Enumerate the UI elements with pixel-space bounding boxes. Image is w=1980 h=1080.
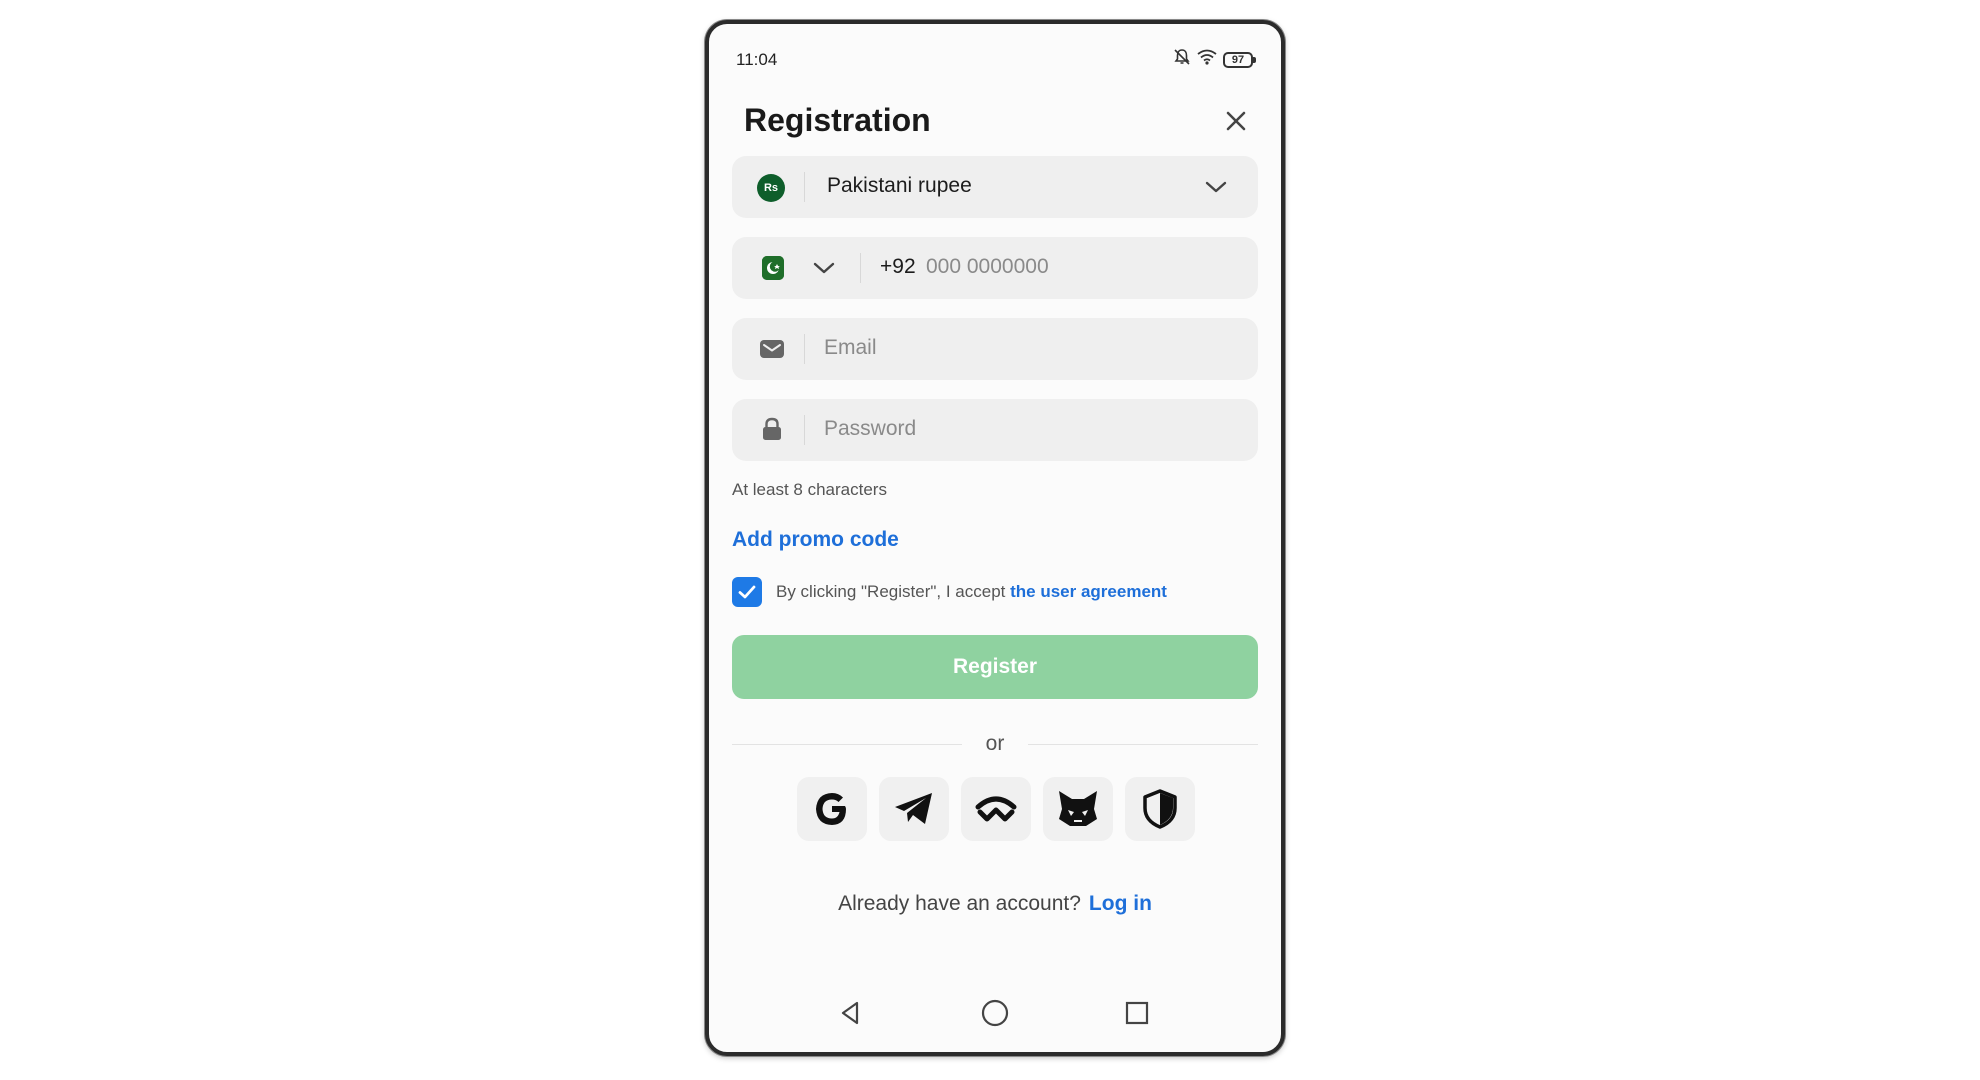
telegram-icon	[895, 793, 932, 824]
pakistan-flag-icon	[762, 256, 784, 280]
metamask-icon	[1059, 791, 1097, 826]
chevron-down-icon	[1204, 176, 1228, 203]
mail-icon	[759, 338, 785, 365]
wifi-icon	[1197, 49, 1217, 70]
shield-icon	[1143, 789, 1177, 829]
currency-badge-icon: Rs	[757, 174, 785, 202]
field-divider	[804, 334, 805, 364]
agreement-row: By clicking "Register", I accept the use…	[732, 577, 1167, 607]
google-icon	[816, 793, 846, 825]
currency-label: Pakistani rupee	[827, 174, 972, 197]
agreement-prefix: By clicking "Register", I accept	[776, 582, 1011, 601]
password-hint: At least 8 characters	[732, 480, 887, 499]
home-circle-icon	[981, 999, 1009, 1027]
back-nav-button[interactable]	[834, 996, 868, 1030]
phone-code: +92	[880, 255, 916, 278]
walletconnect-login-button[interactable]	[961, 777, 1031, 841]
currency-select[interactable]: Rs Pakistani rupee	[732, 156, 1258, 218]
password-field[interactable]: Password	[732, 399, 1258, 461]
metamask-login-button[interactable]	[1043, 777, 1113, 841]
phone-field[interactable]: +92 000 0000000	[732, 237, 1258, 299]
battery-icon: 97	[1223, 51, 1256, 68]
recents-square-icon	[1125, 1001, 1149, 1025]
or-label: or	[985, 732, 1005, 755]
login-link[interactable]: Log in	[1089, 892, 1152, 915]
system-nav-bar	[709, 992, 1281, 1032]
lock-icon	[760, 416, 784, 447]
close-icon	[1226, 111, 1246, 131]
status-icons: 97	[1173, 48, 1256, 71]
back-triangle-icon	[841, 1001, 859, 1025]
or-divider: or	[732, 732, 1258, 756]
phone-frame: 11:04 97 Registration Rs Pakistani rupee	[705, 20, 1285, 1056]
phone-input[interactable]: 000 0000000	[926, 255, 1049, 279]
login-row: Already have an account? Log in	[709, 892, 1281, 916]
agreement-checkbox[interactable]	[732, 577, 762, 607]
email-field[interactable]: Email	[732, 318, 1258, 380]
add-promo-code-link[interactable]: Add promo code	[732, 528, 899, 552]
page-title: Registration	[744, 102, 931, 138]
shield-login-button[interactable]	[1125, 777, 1195, 841]
login-prompt: Already have an account?	[838, 892, 1081, 915]
recents-nav-button[interactable]	[1120, 996, 1154, 1030]
password-input[interactable]: Password	[824, 417, 916, 441]
user-agreement-link[interactable]: the user agreement	[1010, 582, 1167, 601]
field-divider	[860, 253, 861, 283]
close-button[interactable]	[1221, 106, 1251, 136]
status-time: 11:04	[736, 50, 778, 69]
email-input[interactable]: Email	[824, 336, 877, 360]
field-divider	[804, 172, 805, 202]
bell-off-icon	[1173, 48, 1191, 71]
telegram-login-button[interactable]	[879, 777, 949, 841]
checkmark-icon	[738, 585, 756, 599]
agreement-text: By clicking "Register", I accept the use…	[776, 582, 1167, 602]
register-button[interactable]: Register	[732, 635, 1258, 699]
home-nav-button[interactable]	[978, 996, 1012, 1030]
google-login-button[interactable]	[797, 777, 867, 841]
social-login-buttons	[797, 777, 1195, 841]
field-divider	[804, 415, 805, 445]
status-bar: 11:04 97	[709, 24, 1281, 78]
walletconnect-icon	[975, 796, 1017, 822]
country-chevron-down-icon[interactable]	[812, 257, 836, 284]
